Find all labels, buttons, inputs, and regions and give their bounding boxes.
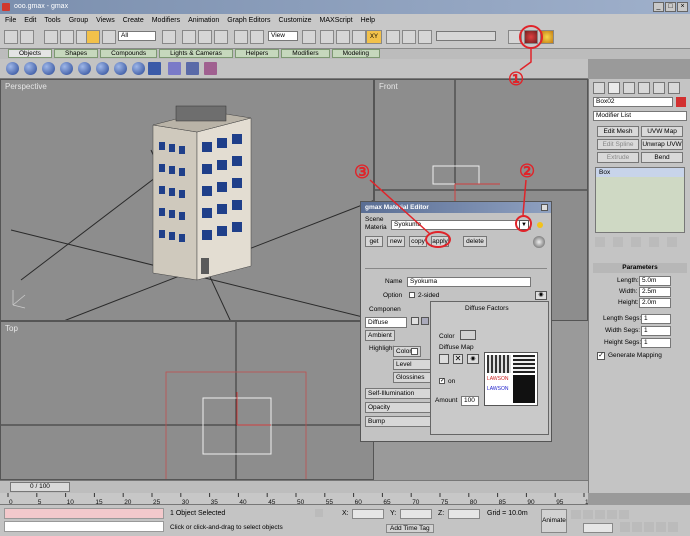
arc-rotate-icon[interactable] — [656, 522, 666, 532]
play-icon[interactable] — [595, 510, 605, 519]
zoom-all-icon[interactable] — [632, 522, 642, 532]
coord-y-input[interactable] — [400, 509, 432, 519]
track-bar[interactable]: 0510152025303540455055606570758085909510… — [0, 493, 588, 505]
pan-icon[interactable] — [644, 522, 654, 532]
playback-controls — [571, 510, 629, 519]
status-bar: 1 Object Selected Click or click-and-dra… — [0, 505, 690, 536]
grid-size: Grid = 10.0m — [487, 510, 528, 517]
add-time-tag-button[interactable]: Add Time Tag — [386, 524, 434, 533]
go-to-start-icon[interactable] — [571, 510, 581, 519]
track-bar-ruler: 0510152025303540455055606570758085909510… — [7, 493, 588, 505]
maxscript-listener[interactable] — [4, 508, 164, 519]
annotation-arrows — [369, 49, 532, 235]
next-frame-icon[interactable] — [607, 510, 617, 519]
zoom-icon[interactable] — [620, 522, 630, 532]
animate-button[interactable]: Animate — [541, 509, 567, 533]
selection-status: 1 Object Selected — [170, 510, 226, 517]
coord-x-label: X: — [342, 510, 349, 517]
coord-x-input[interactable] — [352, 509, 384, 519]
coord-z-label: Z: — [438, 510, 445, 517]
time-slider[interactable]: 0 / 100 — [0, 480, 588, 493]
previous-frame-icon[interactable] — [583, 510, 593, 519]
lock-selection-icon[interactable] — [315, 509, 323, 517]
viewport-navigation — [620, 522, 678, 532]
coord-y-label: Y: — [390, 510, 397, 517]
go-to-end-icon[interactable] — [619, 510, 629, 519]
coord-z-input[interactable] — [448, 509, 480, 519]
prompt-line: Click or click-and-drag to select object… — [170, 524, 283, 531]
current-frame-input[interactable] — [583, 523, 613, 533]
maxscript-input[interactable] — [4, 521, 164, 532]
maximize-viewport-icon[interactable] — [668, 522, 678, 532]
time-slider-thumb[interactable]: 0 / 100 — [10, 482, 70, 492]
